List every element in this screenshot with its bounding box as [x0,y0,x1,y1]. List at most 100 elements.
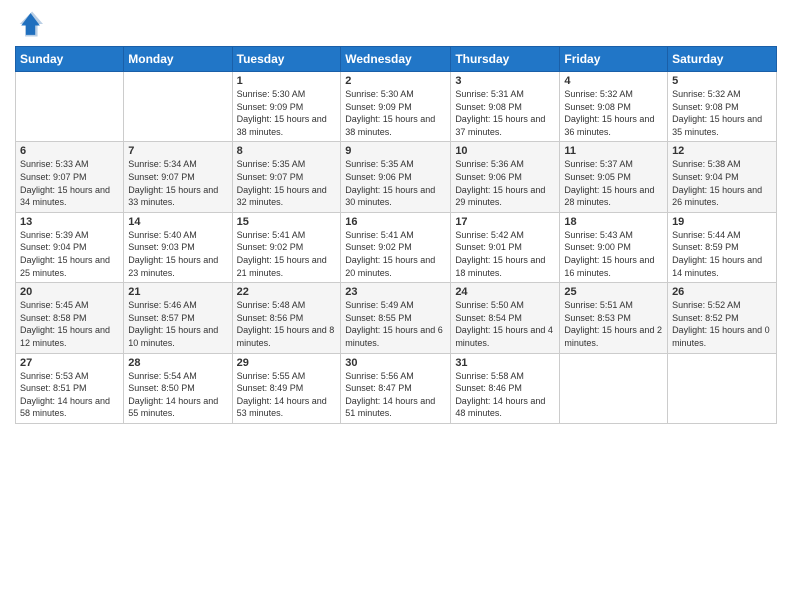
calendar-cell: 26Sunrise: 5:52 AM Sunset: 8:52 PM Dayli… [668,283,777,353]
day-number: 3 [455,75,555,87]
day-info: Sunrise: 5:34 AM Sunset: 9:07 PM Dayligh… [128,158,227,208]
day-number: 18 [564,216,663,228]
weekday-header-tuesday: Tuesday [232,47,341,72]
day-info: Sunrise: 5:39 AM Sunset: 9:04 PM Dayligh… [20,229,119,279]
calendar-cell [668,353,777,423]
calendar-cell: 25Sunrise: 5:51 AM Sunset: 8:53 PM Dayli… [560,283,668,353]
day-number: 13 [20,216,119,228]
calendar-cell [16,72,124,142]
day-number: 8 [237,145,337,157]
calendar-cell: 16Sunrise: 5:41 AM Sunset: 9:02 PM Dayli… [341,212,451,282]
weekday-header-friday: Friday [560,47,668,72]
day-number: 5 [672,75,772,87]
calendar-cell: 23Sunrise: 5:49 AM Sunset: 8:55 PM Dayli… [341,283,451,353]
day-info: Sunrise: 5:58 AM Sunset: 8:46 PM Dayligh… [455,370,555,420]
day-number: 9 [345,145,446,157]
calendar-cell: 4Sunrise: 5:32 AM Sunset: 9:08 PM Daylig… [560,72,668,142]
weekday-header-monday: Monday [124,47,232,72]
day-number: 29 [237,357,337,369]
day-info: Sunrise: 5:43 AM Sunset: 9:00 PM Dayligh… [564,229,663,279]
calendar-cell: 1Sunrise: 5:30 AM Sunset: 9:09 PM Daylig… [232,72,341,142]
week-row-5: 27Sunrise: 5:53 AM Sunset: 8:51 PM Dayli… [16,353,777,423]
calendar-cell: 17Sunrise: 5:42 AM Sunset: 9:01 PM Dayli… [451,212,560,282]
calendar-cell: 30Sunrise: 5:56 AM Sunset: 8:47 PM Dayli… [341,353,451,423]
day-number: 11 [564,145,663,157]
calendar-table: SundayMondayTuesdayWednesdayThursdayFrid… [15,46,777,424]
day-info: Sunrise: 5:51 AM Sunset: 8:53 PM Dayligh… [564,299,663,349]
week-row-2: 6Sunrise: 5:33 AM Sunset: 9:07 PM Daylig… [16,142,777,212]
day-info: Sunrise: 5:52 AM Sunset: 8:52 PM Dayligh… [672,299,772,349]
calendar-cell: 22Sunrise: 5:48 AM Sunset: 8:56 PM Dayli… [232,283,341,353]
week-row-3: 13Sunrise: 5:39 AM Sunset: 9:04 PM Dayli… [16,212,777,282]
calendar-cell: 12Sunrise: 5:38 AM Sunset: 9:04 PM Dayli… [668,142,777,212]
calendar-cell: 7Sunrise: 5:34 AM Sunset: 9:07 PM Daylig… [124,142,232,212]
day-number: 25 [564,286,663,298]
day-number: 19 [672,216,772,228]
weekday-header-wednesday: Wednesday [341,47,451,72]
calendar-cell: 9Sunrise: 5:35 AM Sunset: 9:06 PM Daylig… [341,142,451,212]
calendar-cell [560,353,668,423]
day-info: Sunrise: 5:33 AM Sunset: 9:07 PM Dayligh… [20,158,119,208]
calendar-cell: 29Sunrise: 5:55 AM Sunset: 8:49 PM Dayli… [232,353,341,423]
day-number: 14 [128,216,227,228]
day-info: Sunrise: 5:42 AM Sunset: 9:01 PM Dayligh… [455,229,555,279]
calendar-cell: 3Sunrise: 5:31 AM Sunset: 9:08 PM Daylig… [451,72,560,142]
day-info: Sunrise: 5:49 AM Sunset: 8:55 PM Dayligh… [345,299,446,349]
day-number: 6 [20,145,119,157]
header [15,10,777,38]
day-info: Sunrise: 5:32 AM Sunset: 9:08 PM Dayligh… [672,88,772,138]
day-number: 21 [128,286,227,298]
day-info: Sunrise: 5:56 AM Sunset: 8:47 PM Dayligh… [345,370,446,420]
calendar-cell: 8Sunrise: 5:35 AM Sunset: 9:07 PM Daylig… [232,142,341,212]
day-number: 31 [455,357,555,369]
day-info: Sunrise: 5:55 AM Sunset: 8:49 PM Dayligh… [237,370,337,420]
day-number: 2 [345,75,446,87]
day-info: Sunrise: 5:50 AM Sunset: 8:54 PM Dayligh… [455,299,555,349]
day-number: 1 [237,75,337,87]
day-number: 10 [455,145,555,157]
day-info: Sunrise: 5:30 AM Sunset: 9:09 PM Dayligh… [345,88,446,138]
day-number: 4 [564,75,663,87]
day-info: Sunrise: 5:30 AM Sunset: 9:09 PM Dayligh… [237,88,337,138]
calendar-cell: 15Sunrise: 5:41 AM Sunset: 9:02 PM Dayli… [232,212,341,282]
calendar-cell [124,72,232,142]
calendar-cell: 27Sunrise: 5:53 AM Sunset: 8:51 PM Dayli… [16,353,124,423]
day-number: 17 [455,216,555,228]
day-info: Sunrise: 5:31 AM Sunset: 9:08 PM Dayligh… [455,88,555,138]
day-number: 22 [237,286,337,298]
day-number: 16 [345,216,446,228]
calendar-cell: 18Sunrise: 5:43 AM Sunset: 9:00 PM Dayli… [560,212,668,282]
day-number: 12 [672,145,772,157]
calendar-cell: 5Sunrise: 5:32 AM Sunset: 9:08 PM Daylig… [668,72,777,142]
calendar-cell: 13Sunrise: 5:39 AM Sunset: 9:04 PM Dayli… [16,212,124,282]
calendar-cell: 28Sunrise: 5:54 AM Sunset: 8:50 PM Dayli… [124,353,232,423]
day-info: Sunrise: 5:41 AM Sunset: 9:02 PM Dayligh… [345,229,446,279]
weekday-header-thursday: Thursday [451,47,560,72]
day-info: Sunrise: 5:41 AM Sunset: 9:02 PM Dayligh… [237,229,337,279]
calendar-cell: 24Sunrise: 5:50 AM Sunset: 8:54 PM Dayli… [451,283,560,353]
day-info: Sunrise: 5:40 AM Sunset: 9:03 PM Dayligh… [128,229,227,279]
day-info: Sunrise: 5:48 AM Sunset: 8:56 PM Dayligh… [237,299,337,349]
calendar-cell: 10Sunrise: 5:36 AM Sunset: 9:06 PM Dayli… [451,142,560,212]
calendar-cell: 2Sunrise: 5:30 AM Sunset: 9:09 PM Daylig… [341,72,451,142]
page: SundayMondayTuesdayWednesdayThursdayFrid… [0,0,792,612]
week-row-1: 1Sunrise: 5:30 AM Sunset: 9:09 PM Daylig… [16,72,777,142]
calendar-cell: 14Sunrise: 5:40 AM Sunset: 9:03 PM Dayli… [124,212,232,282]
day-info: Sunrise: 5:38 AM Sunset: 9:04 PM Dayligh… [672,158,772,208]
weekday-header-sunday: Sunday [16,47,124,72]
calendar-cell: 11Sunrise: 5:37 AM Sunset: 9:05 PM Dayli… [560,142,668,212]
day-info: Sunrise: 5:46 AM Sunset: 8:57 PM Dayligh… [128,299,227,349]
day-info: Sunrise: 5:35 AM Sunset: 9:06 PM Dayligh… [345,158,446,208]
day-number: 30 [345,357,446,369]
day-info: Sunrise: 5:32 AM Sunset: 9:08 PM Dayligh… [564,88,663,138]
day-number: 7 [128,145,227,157]
weekday-header-saturday: Saturday [668,47,777,72]
calendar-cell: 19Sunrise: 5:44 AM Sunset: 8:59 PM Dayli… [668,212,777,282]
day-info: Sunrise: 5:53 AM Sunset: 8:51 PM Dayligh… [20,370,119,420]
day-info: Sunrise: 5:45 AM Sunset: 8:58 PM Dayligh… [20,299,119,349]
calendar-cell: 31Sunrise: 5:58 AM Sunset: 8:46 PM Dayli… [451,353,560,423]
day-info: Sunrise: 5:44 AM Sunset: 8:59 PM Dayligh… [672,229,772,279]
day-info: Sunrise: 5:36 AM Sunset: 9:06 PM Dayligh… [455,158,555,208]
calendar-cell: 20Sunrise: 5:45 AM Sunset: 8:58 PM Dayli… [16,283,124,353]
logo-icon [15,10,43,38]
